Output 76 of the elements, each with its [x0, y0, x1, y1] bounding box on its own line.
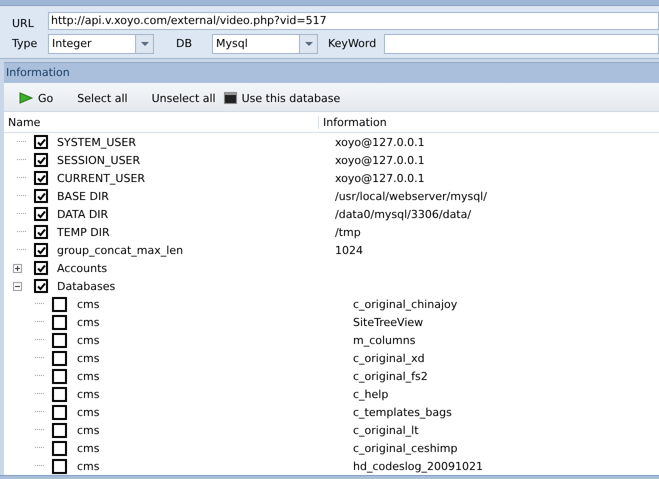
use-database-button[interactable]: Use this database [220, 90, 344, 106]
toolbar-button[interactable]: Select all [74, 90, 131, 106]
tree-item-name: cms [77, 388, 100, 400]
checkbox[interactable] [52, 422, 67, 438]
tree-item-name: cms [77, 406, 100, 418]
tree-item-name: CURRENT_USER [57, 172, 146, 184]
checkbox[interactable] [52, 314, 67, 330]
checkbox[interactable] [52, 368, 67, 384]
tree-item-info: c_original_fs2 [353, 370, 428, 382]
db-dropdown[interactable]: Mysql [212, 34, 318, 54]
dropdown-arrow-icon [304, 42, 312, 46]
tree-item-info: c_help [353, 388, 388, 400]
tree-item-name: Databases [57, 280, 116, 292]
checkbox[interactable] [34, 153, 48, 167]
toolbar-button[interactable]: Unselect all [148, 90, 219, 106]
tree-item-name: group_concat_max_len [57, 244, 184, 256]
terminal-icon [224, 92, 237, 104]
url-field[interactable]: http://api.v.xoyo.com/external/video.php?vid=517 [48, 12, 659, 30]
checkbox[interactable] [34, 225, 48, 239]
checkbox[interactable] [52, 386, 67, 402]
checkbox[interactable] [34, 207, 48, 221]
type-dropdown[interactable]: Integer [48, 34, 154, 54]
tree-item-info: 1024 [335, 244, 363, 256]
checkbox[interactable] [34, 243, 48, 257]
tree-item-name: SYSTEM_USER [57, 136, 136, 148]
go-button[interactable]: Go [16, 90, 56, 106]
tree-item-info: m_columns [353, 334, 416, 346]
checkbox[interactable] [52, 404, 67, 420]
tree-item-name: cms [77, 370, 100, 382]
tree-item-name: cms [77, 334, 100, 346]
checkbox[interactable] [34, 189, 48, 203]
tree-item-info: /tmp [335, 226, 361, 238]
tree-item-info: c_original_xd [353, 352, 425, 364]
checkbox[interactable] [34, 171, 48, 185]
keyword-label: KeyWord [328, 37, 376, 50]
tree-item-name: BASE DIR [57, 190, 109, 202]
keyword-field[interactable] [384, 34, 659, 54]
expand-icon[interactable] [13, 264, 22, 272]
column-header: Name [4, 116, 319, 128]
url-label: URL [11, 16, 35, 30]
collapse-icon[interactable] [13, 282, 22, 290]
column-header: Information [322, 116, 387, 128]
tree-item-info: c_original_ceshimp [353, 442, 458, 454]
checkbox[interactable] [52, 332, 67, 348]
checkbox[interactable] [52, 296, 67, 312]
db-label: DB [175, 37, 194, 50]
checkbox[interactable] [34, 261, 48, 275]
tree-item-info: xoyo@127.0.0.1 [335, 136, 425, 148]
tree-item-info: c_original_chinajoy [353, 298, 458, 310]
checkbox[interactable] [52, 440, 67, 456]
tree-item-info: hd_codeslog_20091021 [353, 460, 483, 472]
tree-item-name: cms [77, 442, 100, 454]
panel-header: Information [4, 62, 659, 83]
tree-item-name: TEMP DIR [57, 226, 110, 238]
type-label: Type [11, 37, 38, 50]
tree-item-info: xoyo@127.0.0.1 [335, 172, 425, 184]
checkbox[interactable] [52, 458, 67, 474]
checkbox[interactable] [34, 135, 48, 149]
checkbox[interactable] [34, 279, 48, 293]
tree-item-name: cms [77, 298, 100, 310]
tree-item-name: cms [77, 424, 100, 436]
tree-item-info: /data0/mysql/3306/data/ [335, 208, 472, 220]
tree-item-info: c_templates_bags [353, 406, 452, 418]
dropdown-arrow-icon [140, 42, 148, 46]
tree-item-name: cms [77, 460, 100, 472]
tree-item-info: /usr/local/webserver/mysql/ [335, 190, 487, 202]
tree-item-name: Accounts [57, 262, 108, 274]
tree-item-name: cms [77, 316, 100, 328]
tree-item-info: xoyo@127.0.0.1 [335, 154, 425, 166]
tree-item-name: cms [77, 352, 100, 364]
tree-item-info: c_original_lt [353, 424, 419, 436]
tree-item-name: SESSION_USER [57, 154, 140, 166]
tree-item-name: DATA DIR [57, 208, 108, 220]
checkbox[interactable] [52, 350, 67, 366]
play-icon [19, 92, 33, 104]
tree-item-info: SiteTreeView [353, 316, 424, 328]
